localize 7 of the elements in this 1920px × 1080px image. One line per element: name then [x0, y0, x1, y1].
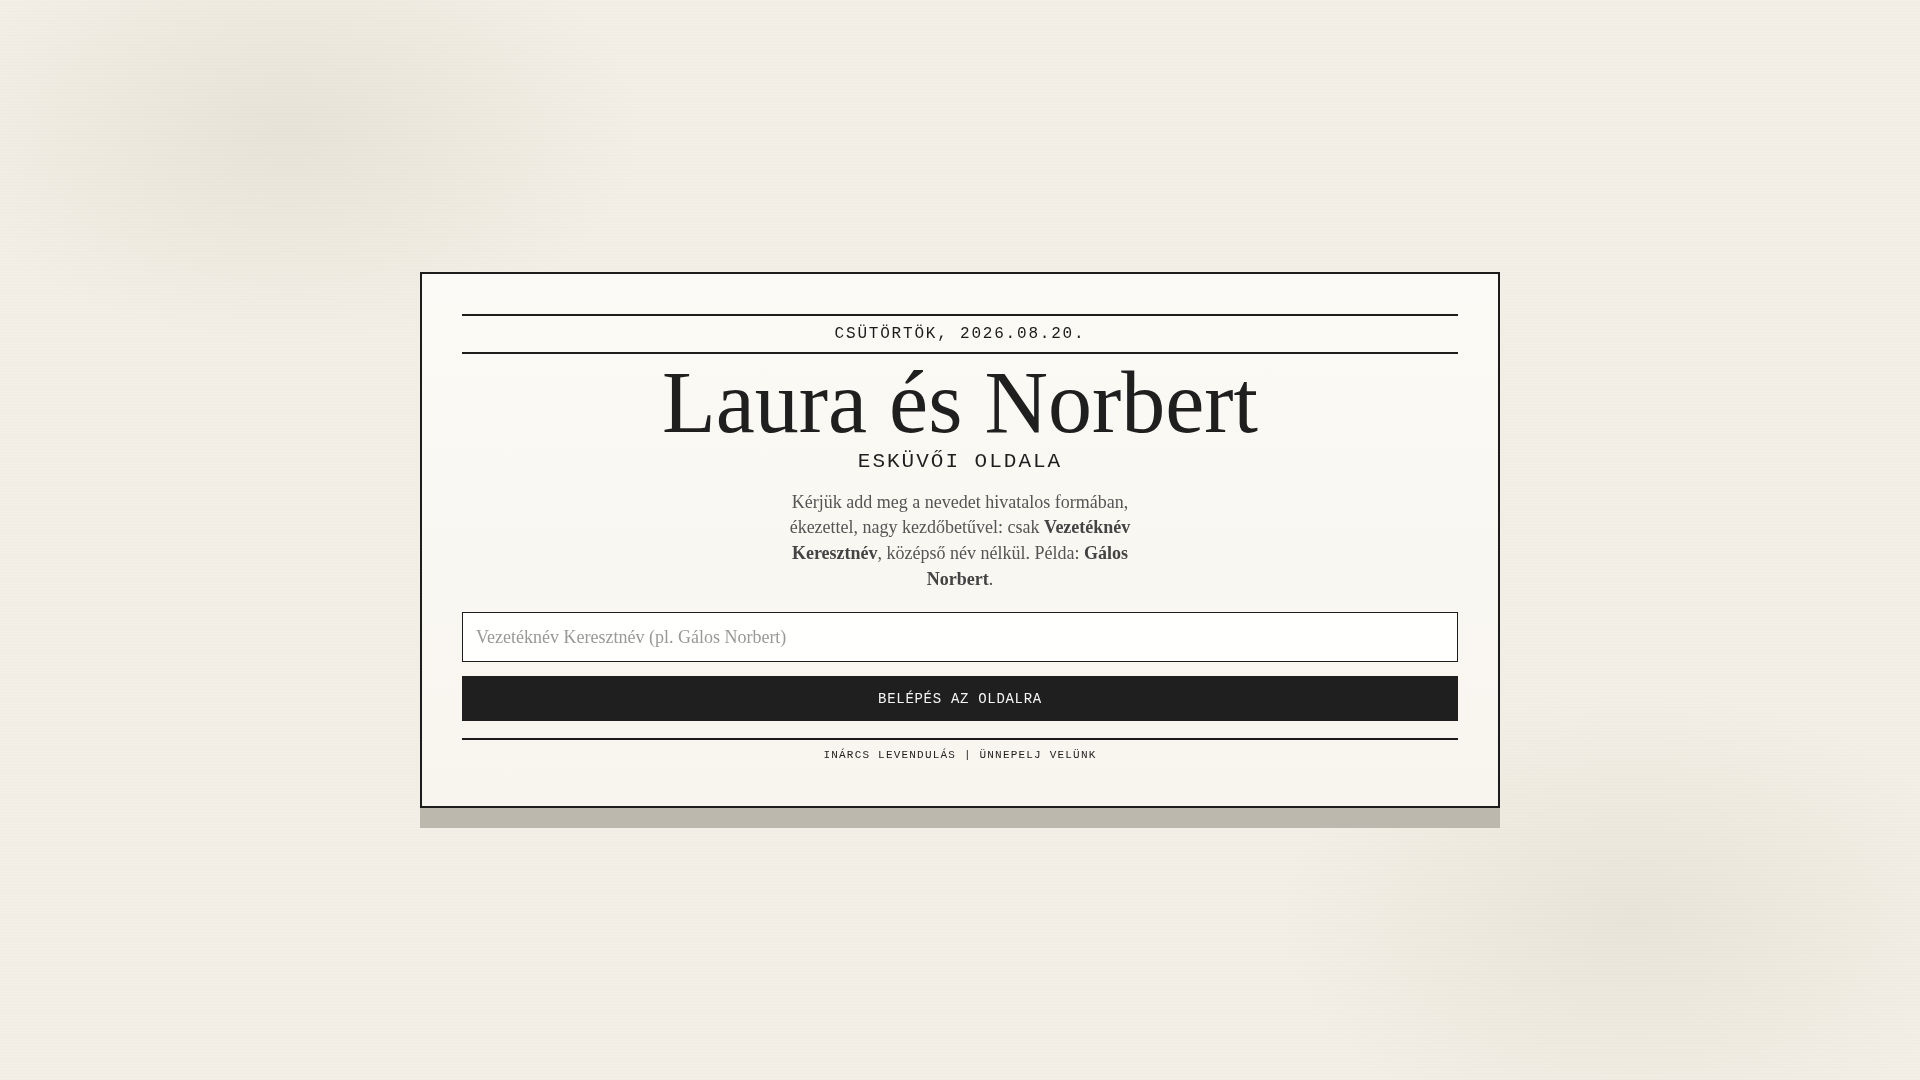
wedding-date: CSÜTÖRTÖK, 2026.08.20. [834, 325, 1086, 342]
page-subtitle: ESKÜVŐI OLDALA [857, 448, 1063, 475]
instructions-text: Kérjük add meg a nevedet hivatalos formában, ékezettel, nagy kezdőbetűvel: csak Vezetéknév Keresztnév, középső név nélkül. Példa: Gálos Norbert. [788, 490, 1132, 591]
footer-text: INÁRCS LEVENDULÁS | ÜNNEPELJ VELÜNK [823, 748, 1097, 763]
name-input-field[interactable]: Vezetéknév Keresztnév (pl. Gálos Norbert) [462, 612, 1458, 663]
couple-names-title: Laura és Norbert [661, 358, 1259, 447]
enter-site-button[interactable]: BELÉPÉS AZ OLDALRA [462, 676, 1458, 722]
